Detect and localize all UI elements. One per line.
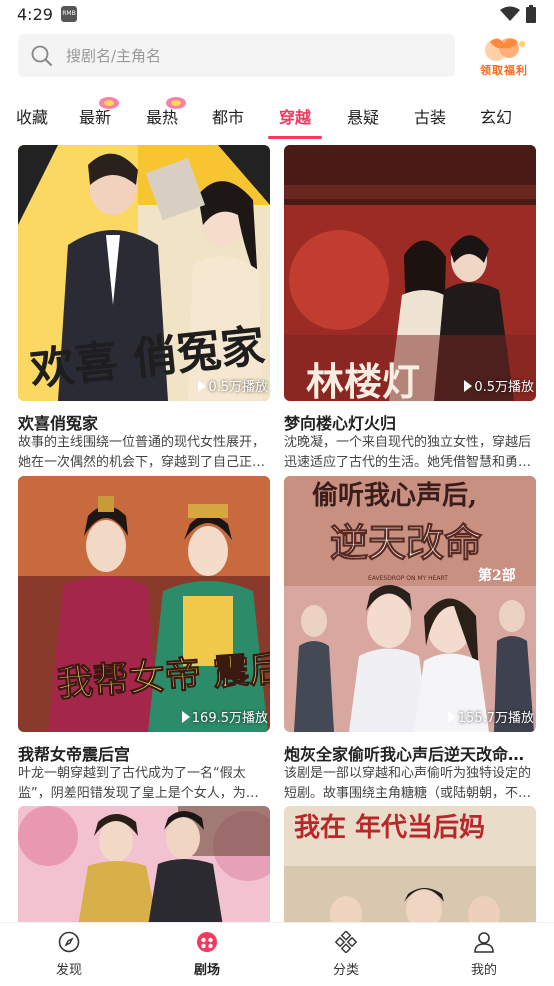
theater-icon <box>197 932 217 952</box>
svg-text:我帮女帝 震后宫: 我帮女帝 震后宫 <box>56 645 270 705</box>
svg-text:第2部: 第2部 <box>478 567 516 584</box>
sim-card-icon: RMB <box>61 6 77 22</box>
bottom-navigation: 发现 剧场 分类 我的 <box>0 922 554 986</box>
hot-badge-icon <box>166 97 186 109</box>
profile-icon <box>474 932 494 953</box>
poster-title-art: 欢喜 俏冤家 <box>27 321 267 396</box>
drama-poster[interactable] <box>18 806 270 926</box>
poster-title-art: 我在 年代当后妈 <box>294 812 485 843</box>
play-icon <box>464 379 473 392</box>
svg-text:林楼灯: 林楼灯 <box>306 359 420 401</box>
tab-time-travel[interactable]: 穿越 <box>279 104 311 128</box>
drama-title: 我帮女帝震后宫 <box>18 745 131 764</box>
play-count: 0.5万播放 <box>464 376 534 395</box>
nav-category[interactable]: 分类 <box>306 931 386 978</box>
play-count: 0.5万播放 <box>198 376 268 395</box>
category-icon <box>335 931 357 953</box>
svg-text:EAVESDROP ON MY HEART: EAVESDROP ON MY HEART <box>368 575 448 582</box>
wifi-icon <box>500 6 520 21</box>
search-placeholder: 搜剧名/主角名 <box>66 47 162 65</box>
compass-icon <box>58 931 80 953</box>
welfare-promo-button[interactable]: 领取福利 <box>476 36 532 78</box>
poster-title-art: 林楼灯 <box>306 359 420 401</box>
drama-poster[interactable]: 我在 年代当后妈 <box>284 806 536 926</box>
tab-mystery[interactable]: 悬疑 <box>347 104 379 128</box>
play-count: 169.5万播放 <box>181 707 268 726</box>
search-icon <box>31 45 52 66</box>
play-count: 155.7万播放 <box>447 707 534 726</box>
play-icon <box>447 710 456 723</box>
nav-profile[interactable]: 我的 <box>444 931 524 978</box>
battery-icon <box>526 5 536 23</box>
tab-urban[interactable]: 都市 <box>212 104 244 128</box>
search-input[interactable]: 搜剧名/主角名 <box>18 34 455 77</box>
nav-theater[interactable]: 剧场 <box>167 931 247 978</box>
drama-title: 炮灰全家偷听我心声后逆天改命… <box>284 745 525 764</box>
tab-favorites[interactable]: 收藏 <box>16 104 48 128</box>
category-tabs: 收藏 最新 最热 都市 穿越 悬疑 古装 玄幻 <box>0 96 554 140</box>
active-tab-indicator <box>268 136 322 139</box>
drama-description: 该剧是一部以穿越和心声偷听为独特设定的短剧。故事围绕主角糖糖（或陆朝朝，不… <box>284 766 532 801</box>
svg-text:逆天改命: 逆天改命 <box>330 520 482 565</box>
poster-title-art: 我帮女帝 震后宫 <box>55 644 270 705</box>
poster-title-art: 偷听我心声后, 逆天改命 第2部 EAVESDROP ON MY HEART <box>312 480 516 584</box>
drama-poster[interactable]: 偷听我心声后, 逆天改命 第2部 EAVESDROP ON MY HEART 1… <box>284 476 536 732</box>
drama-poster[interactable]: 我帮女帝 震后宫 169.5万播放 <box>18 476 270 732</box>
status-bar: 4:29 RMB <box>0 0 554 30</box>
tab-fantasy[interactable]: 玄幻 <box>480 104 512 128</box>
drama-title: 欢喜俏冤家 <box>18 414 99 433</box>
play-icon <box>198 379 207 392</box>
drama-poster[interactable]: 林楼灯 0.5万播放 <box>284 145 536 401</box>
drama-poster[interactable]: 欢喜 俏冤家 0.5万播放 <box>18 145 270 401</box>
promo-label: 领取福利 <box>480 64 528 77</box>
drama-description: 叶龙一朝穿越到了古代成为了一名“假太监”，阴差阳错发现了皇上是个女人，为了… <box>18 766 246 801</box>
status-time: 4:29 <box>17 5 53 24</box>
tab-costume[interactable]: 古装 <box>414 104 446 128</box>
drama-title: 梦向楼心灯火归 <box>284 414 397 433</box>
play-icon <box>181 710 190 723</box>
svg-text:我在 年代当后妈: 我在 年代当后妈 <box>294 812 485 843</box>
svg-text:偷听我心声后,: 偷听我心声后, <box>312 480 477 511</box>
drama-description: 故事的主线围绕一位普通的现代女性展开，她在一次偶然的机会下，穿越到了自己正… <box>18 435 266 470</box>
nav-discover[interactable]: 发现 <box>29 931 109 978</box>
hot-badge-icon <box>99 97 119 109</box>
drama-description: 沈晚凝，一个来自现代的独立女性，穿越后迅速适应了古代的生活。她凭借智慧和勇… <box>284 435 532 470</box>
